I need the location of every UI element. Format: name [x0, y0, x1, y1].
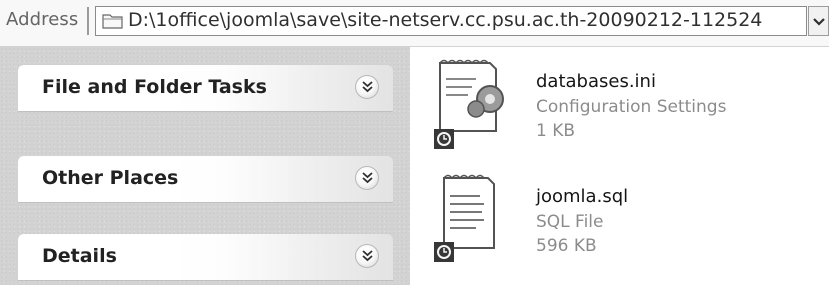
double-chevron-down-icon[interactable]: [355, 244, 379, 268]
address-label: Address: [6, 9, 79, 30]
address-bar: Address D:\1office\joomla\save\site-nets…: [0, 0, 829, 47]
file-size: 1 KB: [536, 121, 576, 141]
address-input[interactable]: D:\1office\joomla\save\site-netserv.cc.p…: [95, 6, 807, 36]
panel-title: Details: [42, 245, 117, 267]
explorer-window: Address D:\1office\joomla\save\site-nets…: [0, 0, 829, 285]
address-path: D:\1office\joomla\save\site-netserv.cc.p…: [128, 9, 763, 31]
file-name: databases.ini: [536, 71, 656, 92]
file-item[interactable]: joomla.sql SQL File 596 KB: [432, 168, 812, 278]
chevron-down-icon: [812, 12, 825, 31]
double-chevron-down-icon[interactable]: [355, 166, 379, 190]
folder-icon: [102, 12, 124, 30]
panel-file-and-folder-tasks[interactable]: File and Folder Tasks: [18, 65, 393, 111]
file-name: joomla.sql: [536, 186, 629, 207]
task-pane: File and Folder Tasks Other Places Detai…: [0, 47, 410, 285]
panel-title: File and Folder Tasks: [42, 76, 267, 98]
panel-title: Other Places: [42, 167, 179, 189]
file-type: Configuration Settings: [536, 97, 727, 117]
text-file-icon: [432, 168, 512, 268]
double-chevron-down-icon[interactable]: [355, 75, 379, 99]
address-dropdown-button[interactable]: [808, 6, 829, 36]
file-type: SQL File: [536, 212, 604, 232]
address-separator: [87, 7, 89, 35]
config-settings-file-icon: [432, 53, 512, 153]
file-list: databases.ini Configuration Settings 1 K…: [410, 47, 829, 285]
panel-details[interactable]: Details: [18, 234, 393, 280]
panel-other-places[interactable]: Other Places: [18, 156, 393, 202]
file-size: 596 KB: [536, 236, 597, 256]
file-item[interactable]: databases.ini Configuration Settings 1 K…: [432, 53, 812, 163]
